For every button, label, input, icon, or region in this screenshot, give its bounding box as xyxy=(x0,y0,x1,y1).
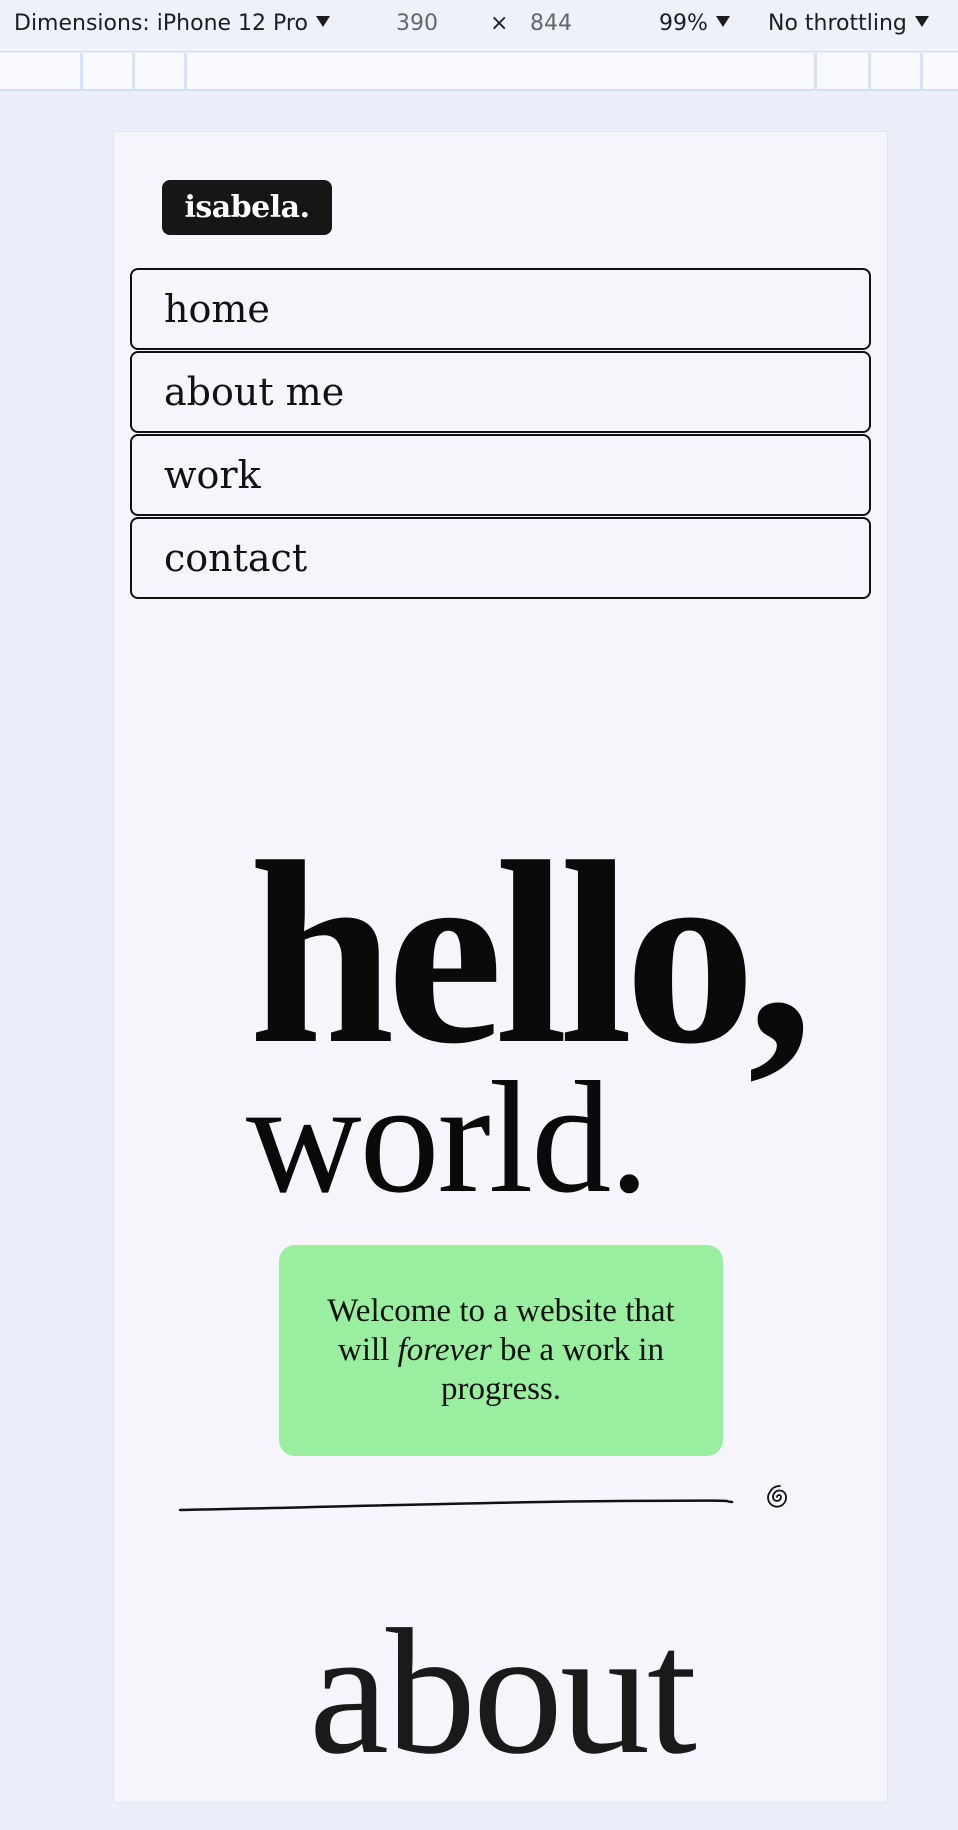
media-query-divider xyxy=(132,53,135,91)
welcome-text: Welcome to a website that will forever b… xyxy=(319,1292,683,1409)
device-selector[interactable]: Dimensions: iPhone 12 Pro xyxy=(14,11,330,36)
zoom-selector[interactable]: 99% xyxy=(659,11,730,36)
viewport-width-input[interactable]: 390 xyxy=(396,11,438,36)
device-label: Dimensions: iPhone 12 Pro xyxy=(14,11,308,36)
media-query-divider xyxy=(184,53,187,91)
welcome-text-emphasis: forever xyxy=(397,1332,492,1368)
times-icon: × xyxy=(490,11,509,36)
viewport-height-input[interactable]: 844 xyxy=(530,11,572,36)
welcome-card: Welcome to a website that will forever b… xyxy=(279,1245,723,1456)
nav-item-contact[interactable]: contact xyxy=(130,517,871,599)
devtools-toolbar: Dimensions: iPhone 12 Pro 390 × 844 99% … xyxy=(0,0,958,52)
nav-item-home[interactable]: home xyxy=(130,268,871,350)
section-heading-about: about xyxy=(309,1592,697,1791)
zoom-label: 99% xyxy=(659,11,708,36)
media-query-divider xyxy=(814,53,817,91)
device-viewport: isabela. home about me work contact hell… xyxy=(113,131,888,1803)
chevron-down-icon xyxy=(914,16,929,27)
throttling-label: No throttling xyxy=(768,11,907,36)
media-query-divider xyxy=(868,53,871,91)
media-query-divider xyxy=(920,53,923,91)
nav-item-work[interactable]: work xyxy=(130,434,871,516)
hero-heading-line1: hello, xyxy=(249,808,813,1098)
hand-drawn-divider xyxy=(178,1499,734,1512)
media-query-divider xyxy=(80,53,83,91)
nav-item-about-me[interactable]: about me xyxy=(130,351,871,433)
site-logo[interactable]: isabela. xyxy=(162,180,332,235)
spiral-icon xyxy=(767,1485,787,1508)
chevron-down-icon xyxy=(315,16,330,27)
media-query-bar[interactable] xyxy=(0,53,958,91)
hero-heading-line2: world. xyxy=(246,1048,649,1226)
main-nav: home about me work contact xyxy=(130,268,871,600)
chevron-down-icon xyxy=(715,16,730,27)
throttling-selector[interactable]: No throttling xyxy=(768,11,929,36)
